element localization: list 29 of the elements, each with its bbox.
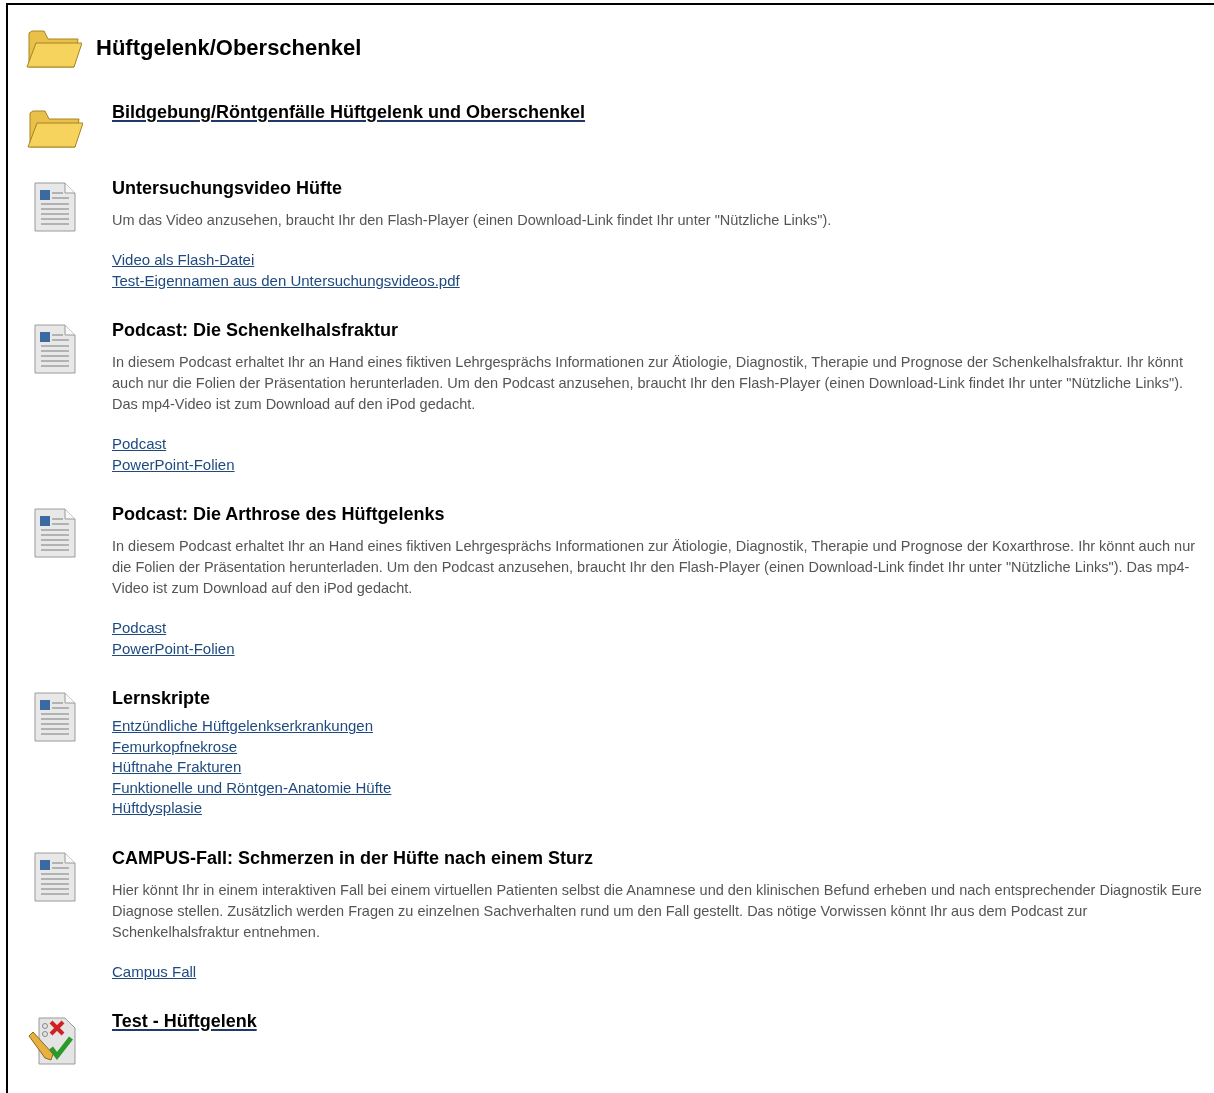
file-link[interactable]: PowerPoint-Folien xyxy=(112,454,235,475)
document-icon xyxy=(33,850,77,903)
file-link[interactable]: Test-Eigennamen aus den Untersuchungsvideos.pdf xyxy=(112,270,460,291)
file-link[interactable]: Podcast xyxy=(112,618,167,639)
title-link[interactable]: Bildgebung/Röntgenfälle Hüftgelenk und Oberschenkel xyxy=(112,99,586,126)
description: Hier könnt Ihr in einem interaktiven Fall bei einem virtuellen Patienten selbst die Anamnese und den klinischen Befund erheben und nach entsprechender Diagnostik Eure Diagnose stellen. Zusätzlich werden Fragen zu einzelnen Sachverhalten rund um den Fall gestellt. Das nötige Vorwissen könnt Ihr aus dem Podcast zur Schenkelhalsfraktur entnehmen. xyxy=(112,880,1202,942)
file-link[interactable]: Entzündliche Hüftgelenkserkrankungen xyxy=(112,716,373,737)
item-title: Podcast: Die Schenkelhalsfraktur xyxy=(112,319,400,342)
item-title: Untersuchungsvideo Hüfte xyxy=(112,177,344,200)
file-link[interactable]: Funktionelle und Röntgen-Anatomie Hüfte xyxy=(112,777,392,798)
item-title: Podcast: Die Arthrose des Hüftgelenks xyxy=(112,503,446,526)
file-link[interactable]: Podcast xyxy=(112,434,167,455)
file-link[interactable]: Hüftdysplasie xyxy=(112,798,203,819)
item-title: CAMPUS-Fall: Schmerzen in der Hüfte nach einem Sturz xyxy=(112,846,595,870)
description: Um das Video anzusehen, braucht Ihr den Flash-Player (einen Download-Link findet Ihr unter "Nützliche Links"). xyxy=(112,211,832,230)
document-icon xyxy=(33,323,77,375)
file-link[interactable]: PowerPoint-Folien xyxy=(112,638,235,659)
file-link[interactable]: Femurkopfnekrose xyxy=(112,736,238,757)
title-link[interactable]: Test - Hüftgelenk xyxy=(112,1008,257,1035)
document-icon xyxy=(33,691,77,743)
file-link[interactable]: Video als Flash-Datei xyxy=(112,250,255,271)
page-title: Hüftgelenk/Oberschenkel xyxy=(96,33,362,62)
item-title: Lernskripte xyxy=(112,687,212,710)
description: In diesem Podcast erhaltet Ihr an Hand eines fiktiven Lehrgesprächs Informationen zur Ätiologie, Diagnostik, Therapie und Prognose der Koxarthrose. Ihr könnt auch nur die Folien der Präsentation herunterladen. Um den Podcast anzusehen, braucht Ihr den Flash-Player (einen Download-Link findet Ihr unter "Nützliche Links"). Das mp4-Video ist zum Download auf den iPod gedacht. xyxy=(112,537,1197,598)
file-link[interactable]: Hüftnahe Frakturen xyxy=(112,757,242,778)
description: In diesem Podcast erhaltet Ihr an Hand eines fiktiven Lehrgesprächs Informationen zur Ätiologie, Diagnostik, Therapie und Prognose der Schenkelhalsfraktur. Ihr könnt auch nur die Folien der Präsentation herunterladen. Um den Podcast anzusehen, braucht Ihr den Flash-Player (einen Download-Link findet Ihr unter "Nützliche Links"). Das mp4-Video ist zum Download auf den iPod gedacht. xyxy=(112,353,1184,414)
document-icon xyxy=(33,181,77,233)
file-link[interactable]: Campus Fall xyxy=(112,961,197,982)
document-icon xyxy=(33,507,77,559)
